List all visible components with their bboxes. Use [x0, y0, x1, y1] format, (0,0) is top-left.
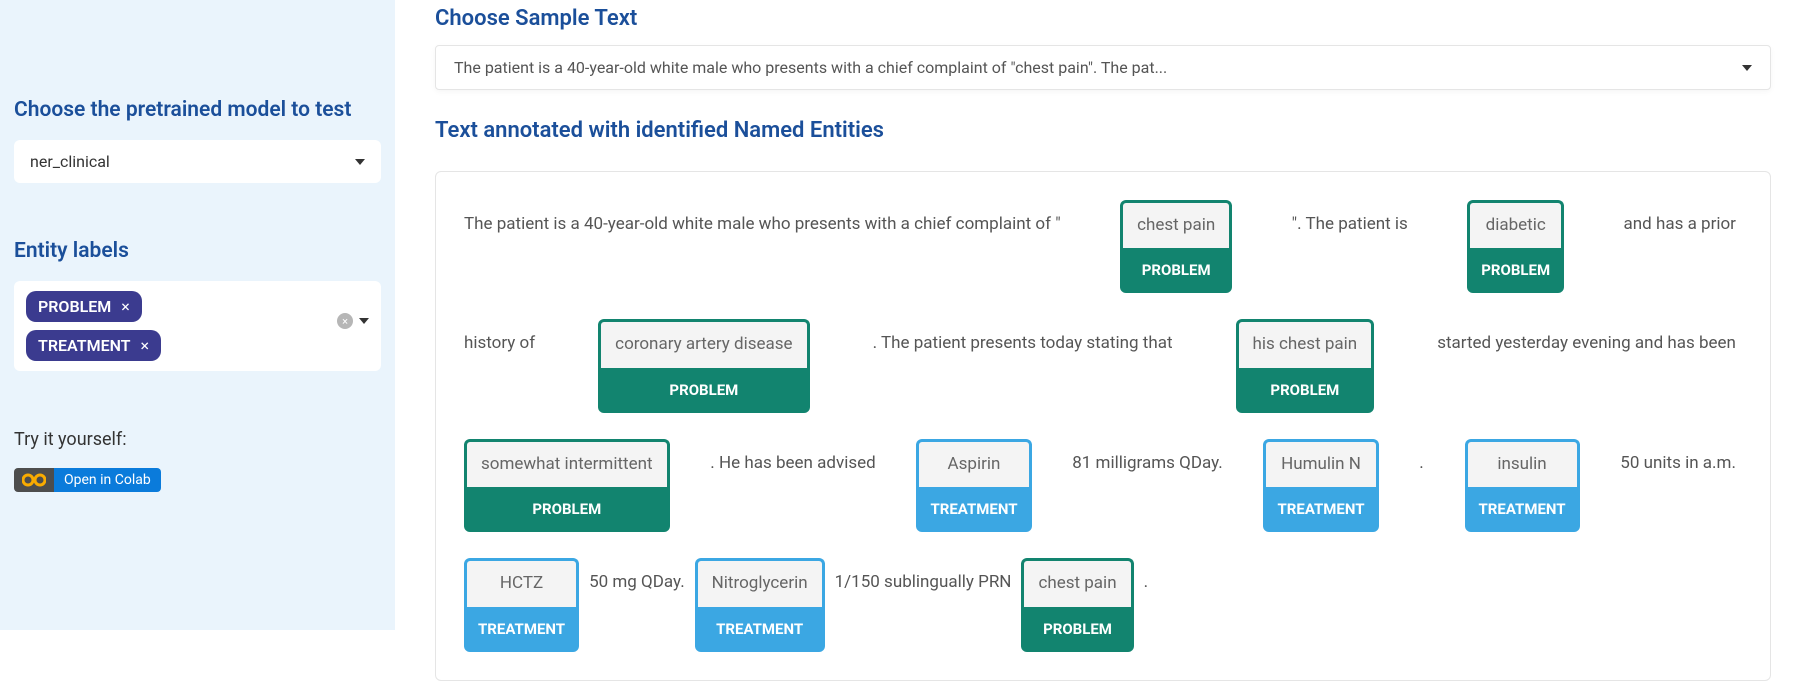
model-selected-value: ner_clinical: [30, 152, 110, 171]
open-in-colab-button[interactable]: Open in Colab: [14, 468, 161, 492]
multiselect-controls: ×: [337, 313, 369, 329]
colab-button-label: Open in Colab: [54, 468, 161, 492]
entity-token: chest pain: [1120, 200, 1232, 248]
chevron-down-icon: [355, 159, 365, 165]
try-it-label: Try it yourself:: [14, 429, 381, 450]
entity-token: somewhat intermittent: [464, 439, 670, 487]
entity-problem: chest painPROBLEM: [1021, 558, 1133, 651]
close-icon[interactable]: ×: [141, 336, 150, 355]
entity-treatment: Humulin NTREATMENT: [1263, 439, 1378, 532]
entity-treatment: AspirinTREATMENT: [916, 439, 1031, 532]
entity-label: TREATMENT: [464, 607, 579, 652]
entity-label: TREATMENT: [1465, 487, 1580, 532]
entity-token: his chest pain: [1236, 319, 1375, 367]
text-span: 81 milligrams QDay.: [1072, 439, 1223, 482]
model-select[interactable]: ner_clinical: [14, 140, 381, 183]
chip-treatment[interactable]: TREATMENT ×: [26, 330, 161, 361]
close-icon[interactable]: ×: [121, 297, 130, 316]
entity-token: HCTZ: [464, 558, 579, 606]
chevron-down-icon[interactable]: [359, 318, 369, 324]
entity-label: TREATMENT: [695, 607, 825, 652]
entity-labels-heading: Entity labels: [14, 239, 381, 263]
text-span: 50 mg QDay.: [589, 558, 685, 601]
model-heading: Choose the pretrained model to test: [14, 98, 381, 122]
text-span: 50 units in a.m.: [1620, 439, 1736, 482]
chip-column: PROBLEM × TREATMENT ×: [26, 291, 161, 361]
entity-token: Nitroglycerin: [695, 558, 825, 606]
entity-token: diabetic: [1467, 200, 1564, 248]
text-span: started yesterday evening and has been: [1437, 319, 1736, 362]
entity-treatment: HCTZTREATMENT: [464, 558, 579, 651]
chip-label: TREATMENT: [38, 336, 131, 355]
text-span: ". The patient is: [1292, 200, 1408, 243]
entity-token: chest pain: [1021, 558, 1133, 606]
chip-problem[interactable]: PROBLEM ×: [26, 291, 142, 322]
entity-token: insulin: [1465, 439, 1580, 487]
entity-label: TREATMENT: [916, 487, 1031, 532]
sample-selected-value: The patient is a 40-year-old white male …: [454, 58, 1167, 77]
text-span: .: [1419, 439, 1423, 482]
annotated-text-box: The patient is a 40-year-old white male …: [435, 171, 1771, 681]
entity-label: TREATMENT: [1263, 487, 1378, 532]
annotated-line: HCTZTREATMENT 50 mg QDay. NitroglycerinT…: [464, 558, 1742, 651]
text-span: 1/150 sublingually PRN: [835, 558, 1012, 601]
entity-label: PROBLEM: [464, 487, 670, 532]
text-span: The patient is a 40-year-old white male …: [464, 200, 1061, 243]
entity-label: PROBLEM: [1236, 368, 1375, 413]
annotated-line: somewhat intermittentPROBLEM . He has bee…: [464, 439, 1742, 532]
entity-problem: his chest painPROBLEM: [1236, 319, 1375, 412]
entity-treatment: NitroglycerinTREATMENT: [695, 558, 825, 651]
entity-token: coronary artery disease: [598, 319, 809, 367]
entity-problem: chest painPROBLEM: [1120, 200, 1232, 293]
clear-all-icon[interactable]: ×: [337, 313, 353, 329]
entity-token: Humulin N: [1263, 439, 1378, 487]
chip-label: PROBLEM: [38, 297, 111, 316]
annotated-line: The patient is a 40-year-old white male …: [464, 200, 1742, 293]
colab-logo-icon: [14, 468, 54, 492]
entity-label: PROBLEM: [598, 368, 809, 413]
text-span: history of: [464, 319, 535, 362]
chevron-down-icon: [1742, 65, 1752, 71]
text-span: . The patient presents today stating tha…: [873, 319, 1173, 362]
sample-text-heading: Choose Sample Text: [435, 6, 1771, 31]
sample-text-select[interactable]: The patient is a 40-year-old white male …: [435, 45, 1771, 90]
entity-label: PROBLEM: [1120, 248, 1232, 293]
entity-label: PROBLEM: [1467, 248, 1564, 293]
annotated-line: history of coronary artery diseasePROBLE…: [464, 319, 1742, 412]
text-span: .: [1144, 558, 1148, 601]
entity-problem: diabeticPROBLEM: [1467, 200, 1564, 293]
entity-label: PROBLEM: [1021, 607, 1133, 652]
text-span: . He has been advised: [710, 439, 875, 482]
annotated-heading: Text annotated with identified Named Ent…: [435, 118, 1771, 143]
main-content: Choose Sample Text The patient is a 40-y…: [395, 0, 1811, 630]
entity-labels-select[interactable]: PROBLEM × TREATMENT × ×: [14, 281, 381, 371]
entity-treatment: insulinTREATMENT: [1465, 439, 1580, 532]
text-span: and has a prior: [1624, 200, 1736, 243]
entity-problem: somewhat intermittentPROBLEM: [464, 439, 670, 532]
entity-problem: coronary artery diseasePROBLEM: [598, 319, 809, 412]
entity-token: Aspirin: [916, 439, 1031, 487]
sidebar: Choose the pretrained model to test ner_…: [0, 0, 395, 630]
